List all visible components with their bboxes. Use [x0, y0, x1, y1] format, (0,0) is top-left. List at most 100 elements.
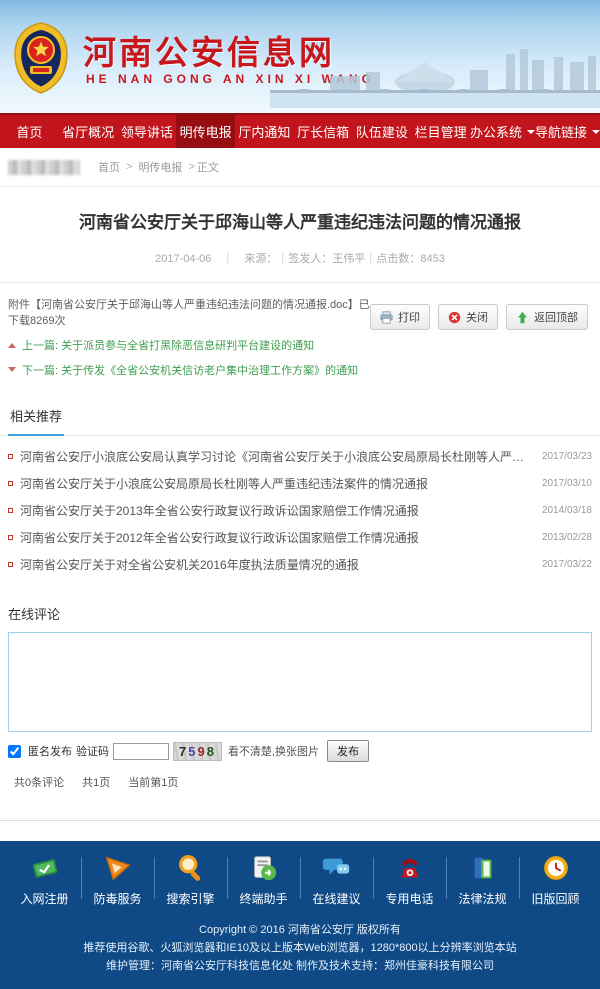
nav-item-columns[interactable]: 栏目管理	[411, 115, 470, 148]
related-date: 2014/03/18	[542, 505, 592, 516]
footer-link-label: 入网注册	[20, 890, 68, 907]
breadcrumb-section[interactable]: 明传电报	[138, 159, 182, 175]
close-label: 关闭	[466, 309, 488, 325]
footer-link-label: 终端助手	[239, 890, 287, 907]
square-bullet-icon	[8, 508, 13, 513]
redacted-username	[8, 160, 80, 175]
publish-button[interactable]: 发布	[327, 740, 369, 762]
triangle-down-icon	[8, 367, 16, 376]
square-bullet-icon	[8, 562, 13, 567]
breadcrumb-home[interactable]: 首页	[98, 159, 120, 175]
nav-label: 厅内通知	[238, 122, 290, 141]
nav-item-office-system[interactable]: 办公系统	[470, 115, 535, 148]
footer-link-label: 旧版回顾	[531, 890, 579, 907]
prev-article-link[interactable]: 上一篇: 关于派员参与全省打黑除恶信息研判平台建设的通知	[8, 337, 370, 353]
back-to-top-button[interactable]: 返回顶部	[506, 304, 588, 330]
footer-link-antivirus[interactable]: 防毒服务	[81, 853, 154, 907]
nav-label: 首页	[16, 122, 42, 141]
anonymous-label: 匿名发布	[28, 743, 72, 759]
triangle-up-icon	[8, 339, 16, 348]
arrow-up-icon	[516, 311, 529, 324]
breadcrumb-separator: >	[126, 161, 132, 173]
chevron-down-icon	[592, 130, 600, 138]
nav-label: 厅长信箱	[297, 122, 349, 141]
footer-link-old-version[interactable]: 旧版回顾	[519, 853, 592, 907]
article-meta: 2017-04-06 ｜ 来源：｜签发人：王伟平｜点击数：8453	[0, 250, 600, 266]
footer-link-label: 法律法规	[458, 890, 506, 907]
nav-label: 队伍建设	[356, 122, 408, 141]
footer-link-terminal[interactable]: 终端助手	[227, 853, 300, 907]
related-item: 河南省公安厅关于对全省公安机关2016年度执法质量情况的通报 2017/03/2…	[8, 551, 592, 578]
law-books-icon	[468, 853, 498, 883]
related-list: 河南省公安厅小浪底公安局认真学习讨论《河南省公安厅关于小浪底公安局原局长杜刚等人…	[0, 436, 600, 580]
related-link[interactable]: 河南省公安厅小浪底公安局认真学习讨论《河南省公安厅关于小浪底公安局原局长杜刚等人…	[20, 448, 542, 465]
comment-count: 共0条评论	[14, 774, 64, 790]
related-link[interactable]: 河南省公安厅关于2012年全省公安行政复议行政诉讼国家赔偿工作情况通报	[20, 529, 542, 546]
related-item: 河南省公安厅关于2013年全省公安行政复议行政诉讼国家赔偿工作情况通报 2014…	[8, 497, 592, 524]
site-footer: 入网注册 防毒服务 搜索引擎 终端助手 在线建议 专用电话 法律法规 旧版回顾	[0, 841, 600, 989]
printer-icon	[380, 311, 393, 324]
captcha-input[interactable]	[113, 743, 169, 760]
anonymous-checkbox[interactable]	[8, 745, 21, 758]
nav-item-team[interactable]: 队伍建设	[353, 115, 412, 148]
nav-label: 栏目管理	[415, 122, 467, 141]
related-date: 2017/03/23	[542, 451, 592, 462]
breadcrumb-separator: >	[188, 161, 194, 173]
nav-item-mailbox[interactable]: 厅长信箱	[294, 115, 353, 148]
square-bullet-icon	[8, 535, 13, 540]
search-magnifier-icon	[176, 853, 206, 883]
footer-text: Copyright © 2016 河南省公安厅 版权所有 推荐使用谷歌、火狐浏览…	[0, 917, 600, 989]
maintenance-line: 维护管理：河南省公安厅科技信息化处 制作及技术支持：郑州佳豪科技有限公司	[10, 957, 590, 975]
footer-link-label: 专用电话	[385, 890, 433, 907]
print-button[interactable]: 打印	[370, 304, 430, 330]
article-toolbar: 打印 关闭 返回顶部	[370, 296, 592, 378]
chat-bubbles-icon	[322, 853, 352, 883]
site-header: 河南公安信息网 HE NAN GONG AN XIN XI WANG	[0, 0, 600, 113]
footer-link-law[interactable]: 法律法规	[446, 853, 519, 907]
divider	[0, 820, 600, 821]
related-link[interactable]: 河南省公安厅关于对全省公安机关2016年度执法质量情况的通报	[20, 556, 542, 573]
chevron-down-icon	[527, 130, 535, 138]
footer-link-phone[interactable]: 专用电话	[373, 853, 446, 907]
related-title: 相关推荐	[8, 402, 64, 436]
square-bullet-icon	[8, 481, 13, 486]
attachment-link[interactable]: 附件【河南省公安厅关于邱海山等人严重违纪违法问题的情况通报.doc】已下载826…	[8, 296, 370, 328]
nav-item-telegrams[interactable]: 明传电报	[176, 115, 235, 148]
footer-link-bar: 入网注册 防毒服务 搜索引擎 终端助手 在线建议 专用电话 法律法规 旧版回顾	[0, 841, 600, 917]
comment-textarea[interactable]	[8, 632, 592, 732]
comment-form: 匿名发布 验证码 7598 看不清楚,换张图片 发布	[8, 740, 592, 762]
back-to-top-label: 返回顶部	[534, 309, 578, 325]
related-link[interactable]: 河南省公安厅关于小浪底公安局原局长杜刚等人严重违纪违法案件的情况通报	[20, 475, 542, 492]
footer-link-suggestion[interactable]: 在线建议	[300, 853, 373, 907]
footer-link-register[interactable]: 入网注册	[8, 853, 81, 907]
captcha-image[interactable]: 7598	[173, 742, 222, 761]
nav-item-links[interactable]: 导航链接	[535, 115, 600, 148]
nav-item-home[interactable]: 首页	[0, 115, 59, 148]
footer-link-search[interactable]: 搜索引擎	[154, 853, 227, 907]
nav-label: 明传电报	[180, 122, 232, 141]
captcha-digit: 8	[207, 744, 216, 759]
copyright-line: Copyright © 2016 河南省公安厅 版权所有	[10, 921, 590, 939]
captcha-digit: 7	[179, 744, 188, 759]
nav-item-speeches[interactable]: 领导讲话	[118, 115, 177, 148]
next-article-link[interactable]: 下一篇: 关于传发《全省公安机关信访老户集中治理工作方案》的通知	[8, 362, 370, 378]
current-page: 当前第1页	[128, 774, 178, 790]
register-book-icon	[30, 853, 60, 883]
related-item: 河南省公安厅关于2012年全省公安行政复议行政诉讼国家赔偿工作情况通报 2013…	[8, 524, 592, 551]
related-section: 相关推荐 河南省公安厅小浪底公安局认真学习讨论《河南省公安厅关于小浪底公安局原局…	[0, 402, 600, 580]
comments-title: 在线评论	[8, 604, 592, 623]
nav-item-overview[interactable]: 省厅概况	[59, 115, 118, 148]
captcha-digit: 9	[197, 744, 206, 759]
page-title: 河南省公安厅关于邱海山等人严重违纪违法问题的情况通报	[36, 211, 564, 235]
nav-label: 领导讲话	[121, 122, 173, 141]
captcha-refresh-link[interactable]: 看不清楚,换张图片	[228, 743, 319, 759]
close-button[interactable]: 关闭	[438, 304, 498, 330]
related-link[interactable]: 河南省公安厅关于2013年全省公安行政复议行政诉讼国家赔偿工作情况通报	[20, 502, 542, 519]
telephone-icon	[395, 853, 425, 883]
nav-item-notices[interactable]: 厅内通知	[235, 115, 294, 148]
attachment-section: 附件【河南省公安厅关于邱海山等人严重违纪违法问题的情况通报.doc】已下载826…	[0, 283, 600, 382]
related-item: 河南省公安厅关于小浪底公安局原局长杜刚等人严重违纪违法案件的情况通报 2017/…	[8, 470, 592, 497]
related-date: 2017/03/10	[542, 478, 592, 489]
nav-label: 导航链接	[535, 122, 587, 141]
browser-note-line: 推荐使用谷歌、火狐浏览器和IE10及以上版本Web浏览器，1280*800以上分…	[10, 939, 590, 957]
